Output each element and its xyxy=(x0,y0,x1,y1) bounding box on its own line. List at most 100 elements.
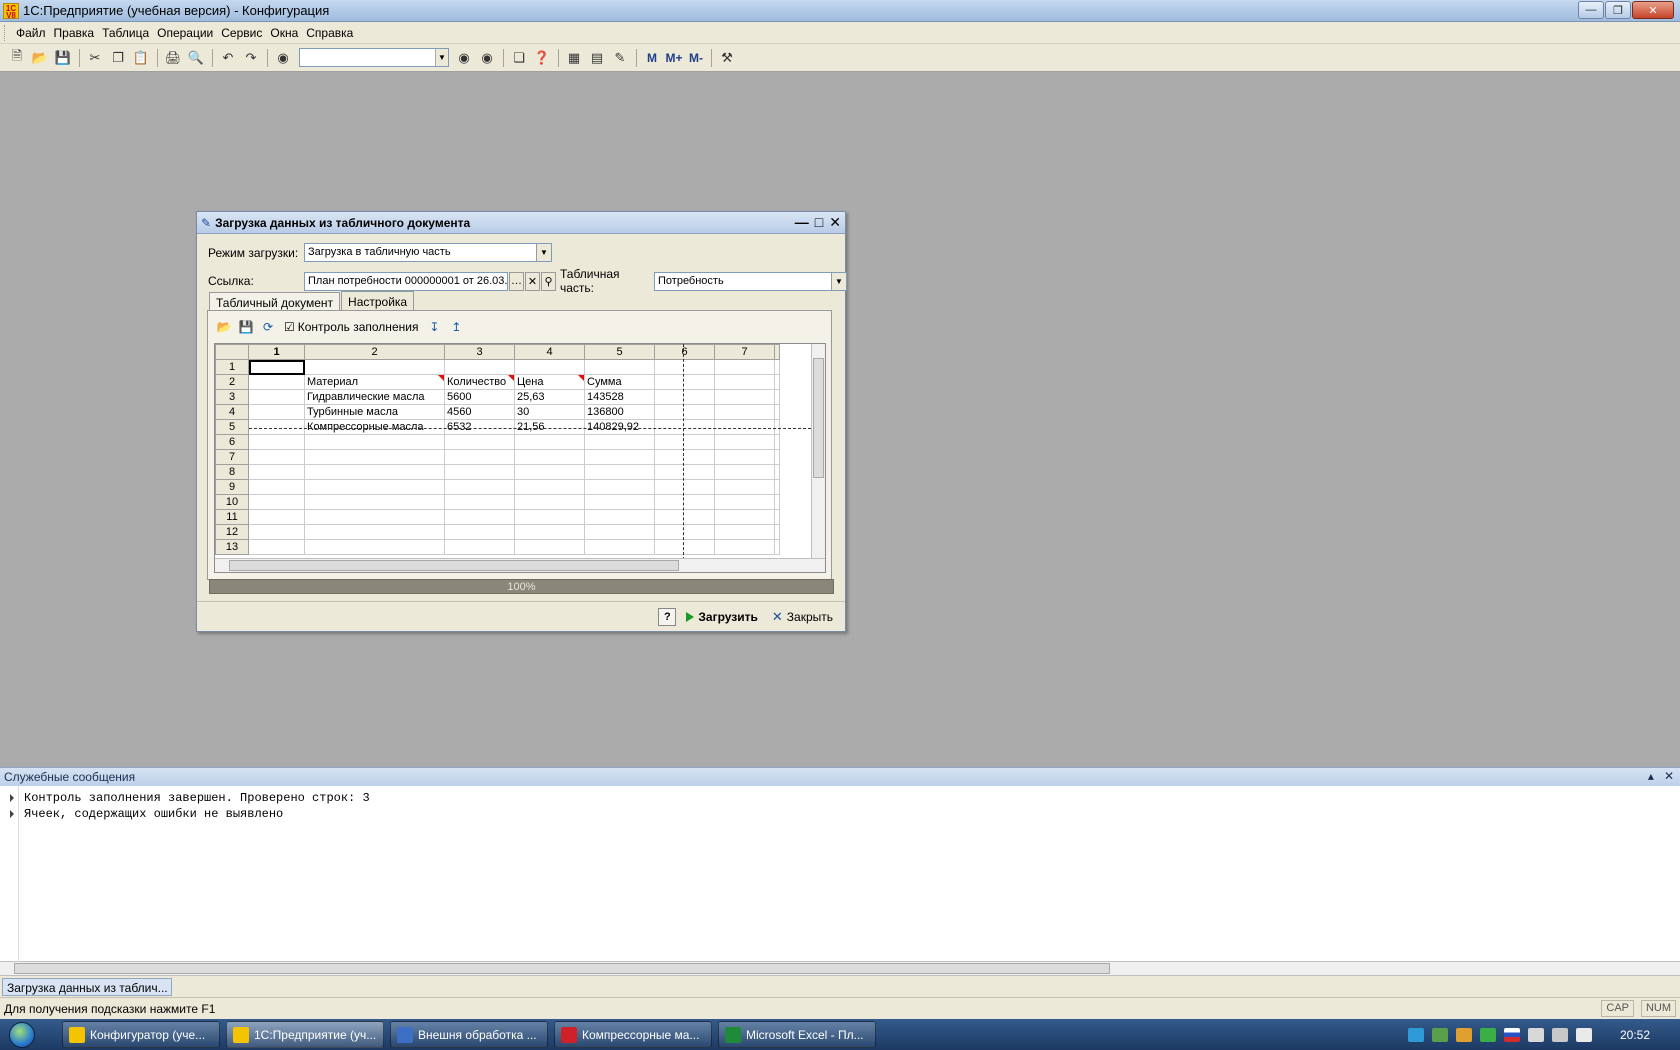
sheet-cell[interactable] xyxy=(714,374,775,390)
row-header[interactable]: 1 xyxy=(215,359,249,375)
sheet-cell[interactable] xyxy=(774,509,780,525)
sheet-cell[interactable] xyxy=(714,404,775,420)
sheet-cell[interactable] xyxy=(774,374,780,390)
sheet-cell[interactable] xyxy=(304,539,445,555)
sheet-cell[interactable] xyxy=(248,389,305,405)
sheet-cell[interactable] xyxy=(444,479,515,495)
sheet-cell[interactable] xyxy=(584,449,655,465)
memory-minus-button[interactable]: M- xyxy=(685,51,707,65)
pin-icon[interactable]: ▴ xyxy=(1648,769,1654,783)
row-header[interactable]: 8 xyxy=(215,464,249,480)
sheet-cell[interactable]: 25,63 xyxy=(514,389,585,405)
sheet-cell[interactable] xyxy=(248,524,305,540)
tray-security-icon[interactable] xyxy=(1431,1027,1448,1042)
window-list-item[interactable]: Загрузка данных из таблич... xyxy=(2,978,172,996)
tray-flag-icon[interactable] xyxy=(1527,1027,1544,1042)
sheet-cell[interactable] xyxy=(444,359,515,375)
sheet-cell[interactable] xyxy=(714,494,775,510)
sheet-cell[interactable] xyxy=(774,419,780,435)
sheet-cell[interactable] xyxy=(654,464,715,480)
sheet-cell[interactable] xyxy=(654,524,715,540)
binoculars-icon[interactable]: ◉ xyxy=(272,47,294,69)
restore-button[interactable]: ❐ xyxy=(1605,1,1631,19)
sheet-cell[interactable]: 140829,92 xyxy=(584,419,655,435)
sheet-cell[interactable] xyxy=(654,404,715,420)
tabular-part-select[interactable]: Потребность ▼ xyxy=(654,271,847,291)
sheet-cell[interactable] xyxy=(248,464,305,480)
row-header[interactable]: 6 xyxy=(215,434,249,450)
tray-power-icon[interactable] xyxy=(1551,1027,1568,1042)
sheet-cell[interactable] xyxy=(248,419,305,435)
sheet-cell[interactable] xyxy=(444,464,515,480)
clock[interactable]: 20:52 xyxy=(1620,1028,1650,1042)
scroll-thumb[interactable] xyxy=(813,358,824,478)
sheet-cell[interactable] xyxy=(514,464,585,480)
sheet-cell[interactable] xyxy=(584,539,655,555)
sheet-cell[interactable] xyxy=(714,464,775,480)
sheet-cell[interactable] xyxy=(654,449,715,465)
sheet-cell[interactable]: Количество xyxy=(444,374,515,390)
vertical-scrollbar[interactable] xyxy=(811,344,825,560)
tray-folder-icon[interactable] xyxy=(1455,1027,1472,1042)
sheet-cell[interactable]: Турбинные масла xyxy=(304,404,445,420)
find-previous-icon[interactable]: ◉ xyxy=(476,47,498,69)
mode-select[interactable]: Загрузка в табличную часть ▼ xyxy=(304,243,552,262)
sheet-cell[interactable] xyxy=(304,494,445,510)
move-up-icon[interactable]: ↥ xyxy=(446,317,466,337)
sheet-cell[interactable] xyxy=(654,359,715,375)
sheet-cell[interactable] xyxy=(444,434,515,450)
sheet-cell[interactable] xyxy=(584,509,655,525)
row-header[interactable]: 10 xyxy=(215,494,249,510)
row-header[interactable]: 11 xyxy=(215,509,249,525)
column-header[interactable] xyxy=(774,344,780,360)
menu-help[interactable]: Справка xyxy=(302,24,357,42)
tray-antivirus-icon[interactable] xyxy=(1479,1027,1496,1042)
chevron-down-icon[interactable]: ▼ xyxy=(435,49,448,66)
sheet-cell[interactable] xyxy=(248,449,305,465)
row-header[interactable]: 7 xyxy=(215,449,249,465)
marker-icon[interactable]: ✎ xyxy=(609,47,631,69)
sheet-cell[interactable] xyxy=(248,494,305,510)
scroll-thumb[interactable] xyxy=(14,963,1110,974)
find-next-icon[interactable]: ◉ xyxy=(453,47,475,69)
sheet-cell[interactable] xyxy=(774,539,780,555)
menu-operations[interactable]: Операции xyxy=(153,24,217,42)
sheet-cell[interactable]: 143528 xyxy=(584,389,655,405)
sheet-cell[interactable] xyxy=(654,434,715,450)
undo-icon[interactable]: ↶ xyxy=(217,47,239,69)
search-combo[interactable]: ▼ xyxy=(299,48,449,67)
spreadsheet[interactable]: 1234567 1 2 Материал Количество Цена Сумма 3 Ги… xyxy=(214,343,826,573)
start-button[interactable] xyxy=(0,1019,44,1050)
sheet-cell[interactable] xyxy=(444,449,515,465)
menu-edit[interactable]: Правка xyxy=(50,24,99,42)
sheet-cell[interactable] xyxy=(444,524,515,540)
sheet-cell[interactable] xyxy=(248,509,305,525)
sheet-cell[interactable]: Сумма xyxy=(584,374,655,390)
sheet-cell[interactable] xyxy=(514,479,585,495)
print-preview-icon[interactable]: 🔍 xyxy=(185,47,207,69)
column-header[interactable]: 4 xyxy=(514,344,585,360)
messages-horizontal-scrollbar[interactable] xyxy=(0,962,1680,976)
sheet-cell[interactable] xyxy=(304,464,445,480)
sheet-cell[interactable] xyxy=(774,524,780,540)
sheet-cell[interactable] xyxy=(714,419,775,435)
sheet-cell[interactable] xyxy=(654,419,715,435)
dialog-maximize-button[interactable]: □ xyxy=(815,214,823,231)
sheet-cell[interactable] xyxy=(248,359,305,375)
sheet-cell[interactable] xyxy=(774,494,780,510)
sheet-cell[interactable] xyxy=(514,524,585,540)
row-header[interactable]: 9 xyxy=(215,479,249,495)
tab-settings[interactable]: Настройка xyxy=(341,291,415,312)
taskbar-item[interactable]: Microsoft Excel - Пл... xyxy=(718,1021,876,1048)
sheet-cell[interactable] xyxy=(714,479,775,495)
column-header[interactable]: 2 xyxy=(304,344,445,360)
column-header[interactable]: 1 xyxy=(248,344,305,360)
sheet-cell[interactable] xyxy=(774,449,780,465)
chevron-down-icon[interactable]: ▼ xyxy=(831,272,846,290)
close-button[interactable]: ✕ Закрыть xyxy=(768,607,837,627)
sheet-cell[interactable] xyxy=(714,434,775,450)
windows-icon[interactable]: ❏ xyxy=(508,47,530,69)
load-button[interactable]: Загрузить xyxy=(682,608,761,626)
sheet-cell[interactable] xyxy=(248,479,305,495)
column-header[interactable]: 5 xyxy=(584,344,655,360)
